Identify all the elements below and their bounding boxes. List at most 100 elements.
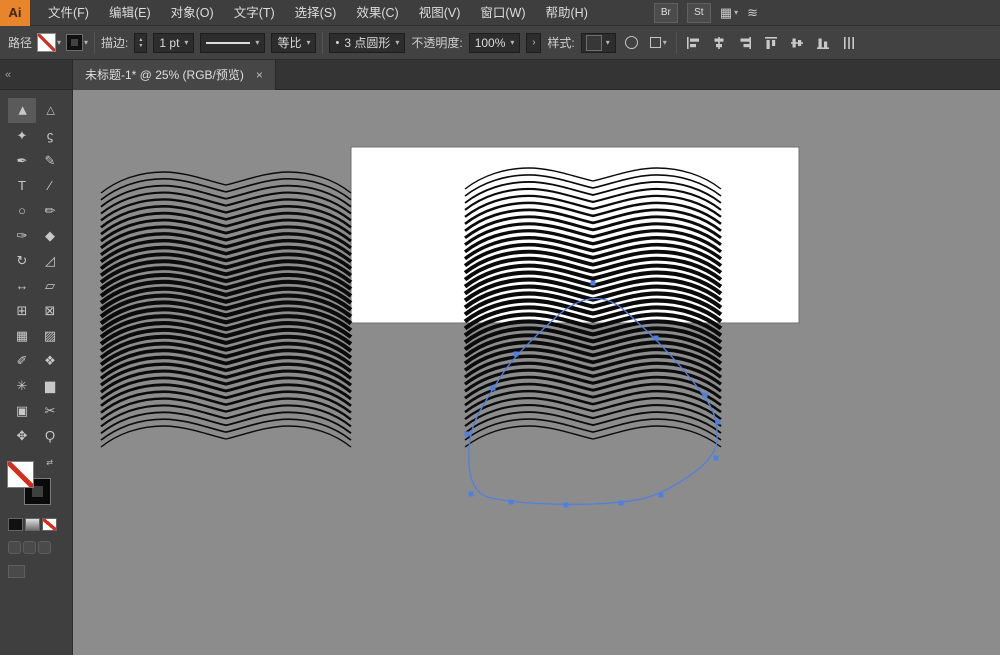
- fill-stroke-indicator[interactable]: ⇄: [8, 462, 50, 504]
- curvature-tool[interactable]: ✎: [36, 148, 64, 173]
- fill-color-swatch[interactable]: ▾: [38, 34, 61, 51]
- column-graph-tool[interactable]: ▆: [36, 373, 64, 398]
- align-center-vertical-button[interactable]: [787, 36, 807, 50]
- canvas[interactable]: [73, 90, 1000, 655]
- lasso-tool[interactable]: ϛ: [36, 123, 64, 148]
- color-button[interactable]: [8, 518, 23, 531]
- menu-view[interactable]: 视图(V): [409, 0, 471, 26]
- stroke-style-dropdown[interactable]: ▾: [200, 33, 265, 53]
- scale-tool[interactable]: ◿: [36, 248, 64, 273]
- align-left-button[interactable]: [683, 36, 703, 50]
- menu-object[interactable]: 对象(O): [161, 0, 224, 26]
- pen-tool[interactable]: ✒: [8, 148, 36, 173]
- align-right-button[interactable]: [735, 36, 755, 50]
- magic-wand-tool[interactable]: ✦: [8, 123, 36, 148]
- slice-tool[interactable]: ✂: [36, 398, 64, 423]
- anchor-point[interactable]: [703, 393, 708, 398]
- line-segment-tool[interactable]: ∕: [36, 173, 64, 198]
- paint-mode-row: [8, 518, 57, 531]
- screen-mode-row: [8, 564, 25, 582]
- anchor-point[interactable]: [714, 456, 719, 461]
- menu-select[interactable]: 选择(S): [285, 0, 347, 26]
- draw-normal-button[interactable]: [8, 541, 21, 554]
- draw-mode-row: [8, 541, 51, 554]
- align-center-horizontal-button[interactable]: [709, 36, 729, 50]
- stroke-color-swatch[interactable]: ▾: [67, 35, 88, 50]
- artboard-tool[interactable]: ▣: [8, 398, 36, 423]
- align-bottom-button[interactable]: [813, 36, 833, 50]
- anchor-point[interactable]: [654, 336, 659, 341]
- type-tool[interactable]: T: [8, 173, 36, 198]
- transform-dropdown[interactable]: ▾: [647, 35, 670, 50]
- hand-tool[interactable]: ✥: [8, 423, 36, 448]
- perspective-grid-tool[interactable]: ⊠: [36, 298, 64, 323]
- swap-fill-stroke-icon[interactable]: ⇄: [46, 458, 53, 467]
- width-profile-dropdown[interactable]: 等比 ▾: [271, 33, 316, 53]
- fill-box-icon[interactable]: [8, 462, 33, 487]
- draw-behind-button[interactable]: [23, 541, 36, 554]
- align-top-button[interactable]: [761, 36, 781, 50]
- anchor-point[interactable]: [659, 493, 664, 498]
- width-tool[interactable]: ↔: [8, 273, 36, 298]
- chevron-down-icon: ▾: [510, 38, 514, 47]
- anchor-point[interactable]: [619, 501, 624, 506]
- draw-inside-button[interactable]: [38, 541, 51, 554]
- stroke-swatch-icon: [67, 35, 82, 50]
- bridge-button[interactable]: Br: [654, 3, 678, 23]
- free-transform-tool[interactable]: ▱: [36, 273, 64, 298]
- direct-selection-tool[interactable]: ▷: [36, 98, 64, 123]
- recolor-artwork-button[interactable]: [622, 34, 641, 51]
- anchor-point[interactable]: [491, 386, 496, 391]
- workspace-switcher[interactable]: ▦ ▾: [720, 5, 738, 21]
- anchor-point[interactable]: [716, 420, 721, 425]
- blend-tool[interactable]: ❖: [36, 348, 64, 373]
- pencil-tool[interactable]: ✑: [8, 223, 36, 248]
- ellipse-tool[interactable]: ○: [8, 198, 36, 223]
- width-tool-icon: ↔: [16, 278, 29, 293]
- style-label: 样式:: [547, 34, 574, 51]
- menu-help[interactable]: 帮助(H): [536, 0, 598, 26]
- pencil-tool-icon: ✑: [17, 228, 28, 244]
- symbol-sprayer-tool[interactable]: ✳: [8, 373, 36, 398]
- fan-icon: ≋: [747, 5, 758, 21]
- selection-tool[interactable]: ▶: [8, 98, 36, 123]
- stock-button[interactable]: St: [687, 3, 711, 23]
- menu-window[interactable]: 窗口(W): [470, 0, 535, 26]
- gradient-button[interactable]: [25, 518, 40, 531]
- anchor-point[interactable]: [469, 492, 474, 497]
- separator: [94, 32, 95, 54]
- zoom-tool[interactable]: Ϙ: [36, 423, 64, 448]
- none-button[interactable]: [42, 518, 57, 531]
- menu-file[interactable]: 文件(F): [38, 0, 99, 26]
- anchor-point[interactable]: [465, 432, 470, 437]
- more-options-button[interactable]: ›: [526, 33, 541, 53]
- tool-grid: ▶▷✦ϛ✒✎T∕○✏ ✑ ◆↻◿ ↔ ▱⊞⊠▦▨✐❖✳▆▣✂✥Ϙ: [8, 98, 64, 448]
- anchor-point[interactable]: [564, 503, 569, 508]
- share-button[interactable]: ≋: [747, 5, 758, 21]
- stroke-weight-field[interactable]: 1 pt ▾: [153, 33, 194, 53]
- anchor-point[interactable]: [591, 281, 596, 286]
- opacity-field[interactable]: 100% ▾: [469, 33, 521, 53]
- shape-builder-tool[interactable]: ⊞: [8, 298, 36, 323]
- canvas-area[interactable]: [73, 90, 1000, 655]
- blend-object-1[interactable]: [101, 172, 351, 447]
- brush-dropdown[interactable]: • 3 点圆形 ▾: [329, 33, 405, 53]
- distribute-horizontal-button[interactable]: [839, 36, 859, 50]
- document-tab[interactable]: 未标题-1* @ 25% (RGB/预览) ×: [72, 60, 276, 90]
- shaper-tool[interactable]: ◆: [36, 223, 64, 248]
- close-tab-icon[interactable]: ×: [256, 68, 263, 82]
- mesh-tool[interactable]: ▦: [8, 323, 36, 348]
- menu-effect[interactable]: 效果(C): [346, 0, 408, 26]
- paintbrush-tool[interactable]: ✏: [36, 198, 64, 223]
- anchor-point[interactable]: [509, 500, 514, 505]
- rotate-tool[interactable]: ↻: [8, 248, 36, 273]
- screen-mode-button[interactable]: [8, 565, 25, 578]
- collapse-panels-button[interactable]: «: [0, 69, 20, 81]
- gradient-tool[interactable]: ▨: [36, 323, 64, 348]
- menu-type[interactable]: 文字(T): [224, 0, 285, 26]
- stroke-weight-stepper[interactable]: ▴ ▾: [134, 33, 147, 53]
- eyedropper-tool[interactable]: ✐: [8, 348, 36, 373]
- style-dropdown[interactable]: ▾: [581, 33, 616, 53]
- anchor-point[interactable]: [514, 352, 519, 357]
- menu-edit[interactable]: 编辑(E): [99, 0, 161, 26]
